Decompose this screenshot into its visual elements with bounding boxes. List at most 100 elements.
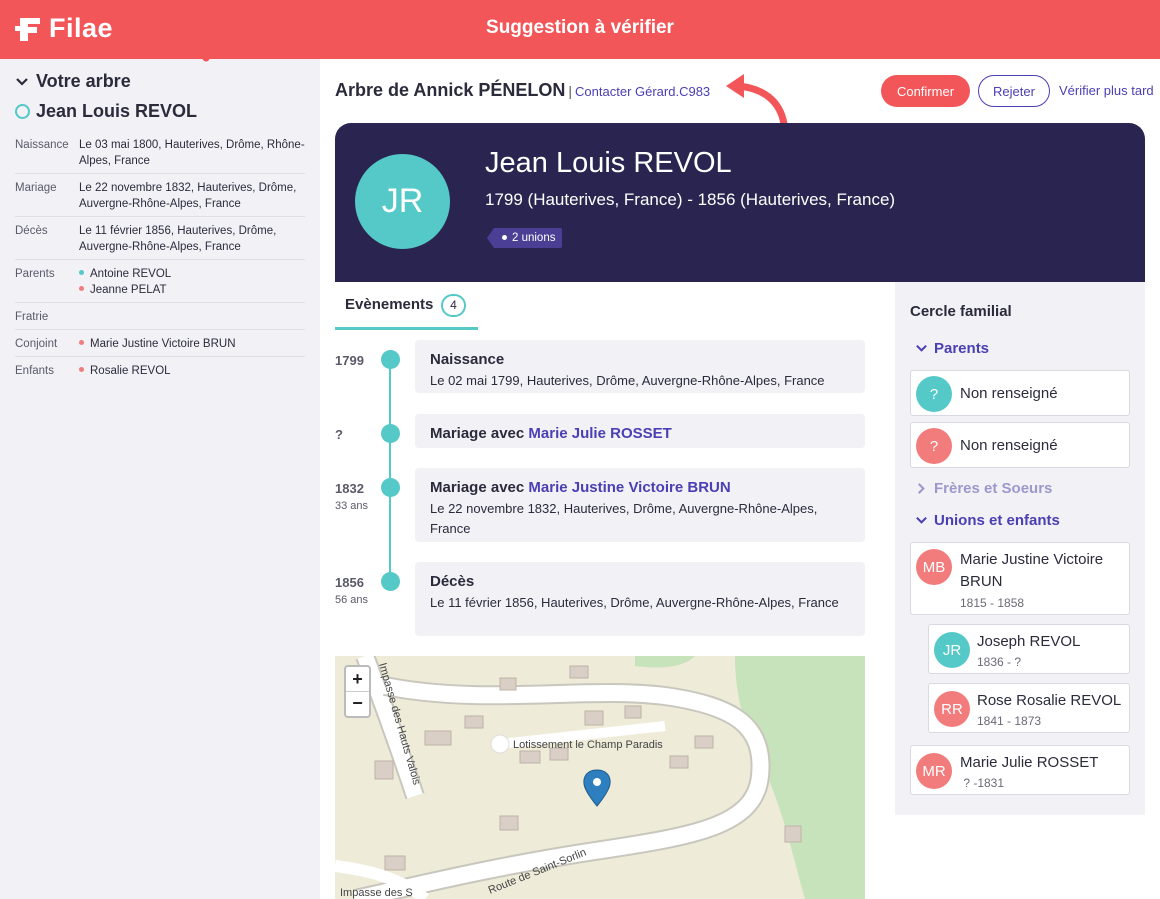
detail-value: Le 22 novembre 1832, Hauterives, Drôme, … [79,182,297,210]
location-map[interactable]: Impasse des Hauts Valois Lotissement le … [335,656,865,899]
siblings-section-toggle[interactable]: Frères et Soeurs [915,480,1052,497]
tab-count-badge: 4 [441,294,466,317]
female-dot-icon [79,286,84,291]
avatar: ? [916,376,952,412]
detail-label: Naissance [15,139,69,151]
chevron-right-icon [917,483,925,494]
timeline-node [381,350,400,369]
tree-title: Arbre de Annick PÉNELON | Contacter Gérard… [335,80,710,101]
timeline-node [381,572,400,591]
detail-value: Le 03 mai 1800, Hauterives, Drôme, Rhône… [79,139,305,167]
parent-father: Antoine REVOL [79,266,171,282]
confirm-button[interactable]: Confirmer [881,75,970,107]
event-title: Naissance [430,351,505,368]
zoom-out-button[interactable]: − [346,691,369,715]
spouse-years: ? -1831 [960,776,1005,790]
event-year: ? [335,427,343,442]
detail-value: Marie Justine Victoire BRUN [79,336,236,352]
avatar: MR [916,753,952,789]
spouse-link[interactable]: Marie Justine Victoire BRUN [528,479,730,496]
parents-section-toggle[interactable]: Parents [915,340,989,357]
event-age: 33 ans [335,500,369,512]
spouse-card[interactable]: MR Marie Julie ROSSET ? -1831 [910,745,1130,795]
map-zoom-control: + − [344,665,371,718]
sidebar-person-name: Jean Louis REVOL [36,101,198,121]
event-detail: Le 02 mai 1799, Hauterives, Drôme, Auver… [430,373,825,388]
chevron-down-icon [916,516,927,524]
your-tree-toggle[interactable]: Votre arbre [15,71,131,92]
parent-mother: Jeanne PELAT [79,282,171,298]
person-circle-icon [15,104,30,119]
parent-name: Non renseigné [960,385,1058,402]
street-label: Lotissement le Champ Paradis [513,739,663,751]
event-card-marriage-2: Mariage avec Marie Justine Victoire BRUN… [415,468,865,542]
section-label: Frères et Soeurs [934,480,1053,497]
spouse-name: Marie Justine Victoire BRUN [960,551,1104,590]
sidebar-details: Naissance Le 03 mai 1800, Hauterives, Dr… [15,137,305,389]
reject-button[interactable]: Rejeter [978,75,1050,107]
parent-card-father[interactable]: ? Non renseigné [910,370,1130,416]
event-card-marriage-1: Mariage avec Marie Julie ROSSET [415,414,865,448]
title-separator: | [568,83,573,99]
detail-row-siblings: Fratrie [15,309,305,330]
timeline-node [381,478,400,497]
event-title: Mariage avec Marie Justine Victoire BRUN [430,479,731,496]
person-hero-card: JR Jean Louis REVOL 1799 (Hauterives, Fr… [335,123,1145,282]
unions-section-toggle[interactable]: Unions et enfants [915,512,1060,529]
parent-name: Non renseigné [960,437,1058,454]
spouse-card[interactable]: MB Marie Justine Victoire BRUN 1815 - 18… [910,542,1130,615]
detail-value: Rosalie REVOL [79,363,171,379]
detail-label: Parents [15,268,55,280]
male-dot-icon [79,270,84,275]
spouse-link[interactable]: Marie Julie ROSSET [528,425,671,442]
unions-badge-label: 2 unions [512,232,556,244]
avatar: JR [355,154,450,249]
hint-arrow-icon [726,74,788,128]
detail-label: Décès [15,225,48,237]
detail-label: Enfants [15,365,54,377]
section-label: Parents [934,340,990,357]
female-dot-icon [79,340,84,345]
parent-name: Antoine REVOL [90,268,172,280]
timeline-node [381,424,400,443]
section-label: Unions et enfants [934,512,1060,529]
detail-row-birth: Naissance Le 03 mai 1800, Hauterives, Dr… [15,137,305,174]
tab-events[interactable]: Evènements 4 [335,286,478,330]
detail-row-spouse: Conjoint Marie Justine Victoire BRUN [15,336,305,357]
child-name: Joseph REVOL [977,633,1081,650]
event-title-text: Mariage avec [430,479,529,496]
child-card[interactable]: JR Joseph REVOL 1836 - ? [928,624,1130,674]
event-year: 1856 [335,575,364,590]
avatar: RR [934,691,970,727]
avatar: JR [934,632,970,668]
detail-row-death: Décès Le 11 février 1856, Hauterives, Dr… [15,223,305,260]
event-detail: Le 22 novembre 1832, Hauterives, Drôme, … [430,501,818,536]
family-circle-panel: Cercle familial Parents ? Non renseigné … [895,282,1145,815]
sidebar-person: Jean Louis REVOL [15,101,197,122]
avatar: MB [916,549,952,585]
contact-link[interactable]: Contacter Gérard.C983 [575,84,710,99]
verify-later-link[interactable]: Vérifier plus tard [1059,83,1154,98]
map-tiles: Impasse des Hauts Valois Lotissement le … [335,656,865,899]
detail-label: Fratrie [15,311,49,323]
spouse-years: 1815 - 1858 [960,596,1025,610]
event-year: 1832 [335,481,364,496]
child-card[interactable]: RR Rose Rosalie REVOL 1841 - 1873 [928,683,1130,733]
spouse-name: Marie Julie ROSSET [960,754,1099,771]
chevron-down-icon [916,344,927,352]
zoom-in-button[interactable]: + [346,667,369,691]
detail-row-marriage: Mariage Le 22 novembre 1832, Hauterives,… [15,180,305,217]
person-name: Jean Louis REVOL [485,147,732,179]
person-dates: 1799 (Hauterives, France) - 1856 (Hauter… [485,190,896,209]
tree-owner: Arbre de Annick PÉNELON [335,80,566,100]
your-tree-title: Votre arbre [36,71,131,91]
timeline-line [389,360,391,582]
child-name: Rosalie REVOL [90,365,171,377]
event-title-text: Mariage avec [430,425,529,442]
event-detail: Le 11 février 1856, Hauterives, Drôme, A… [430,595,839,610]
unions-badge: 2 unions [486,228,563,248]
detail-label: Mariage [15,182,57,194]
family-title: Cercle familial [910,303,1012,320]
child-years: 1841 - 1873 [977,714,1042,728]
parent-card-mother[interactable]: ? Non renseigné [910,422,1130,468]
